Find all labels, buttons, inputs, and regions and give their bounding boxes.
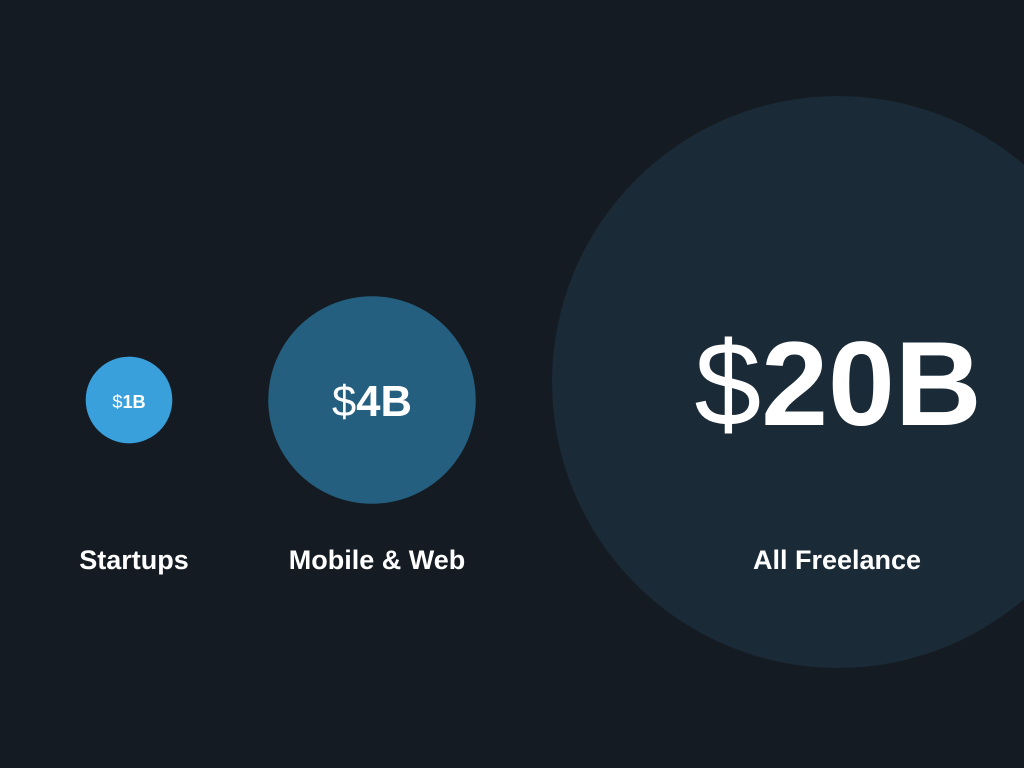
amount-2: 20B bbox=[761, 317, 981, 451]
currency-symbol-2: $ bbox=[694, 317, 761, 451]
slide: $1B $4B $20B Startups Mobile & Web All Freela… bbox=[0, 0, 1024, 768]
bubble-value-label-0: $1B bbox=[112, 392, 145, 412]
category-label-1: Mobile & Web bbox=[289, 545, 466, 575]
bubble-chart: $1B $4B $20BStartups Mobile & Web All Freela… bbox=[79, 96, 1024, 668]
amount-1: 4B bbox=[356, 378, 412, 426]
category-label-2: All Freelance bbox=[753, 545, 921, 575]
bubble-value-label-1: $4B bbox=[332, 378, 412, 426]
bubble-value-label-2: $20B bbox=[694, 317, 981, 451]
currency-symbol-1: $ bbox=[332, 378, 356, 426]
currency-symbol-0: $ bbox=[112, 392, 122, 412]
amount-0: 1B bbox=[122, 392, 145, 412]
category-label-0: Startups bbox=[79, 545, 189, 575]
